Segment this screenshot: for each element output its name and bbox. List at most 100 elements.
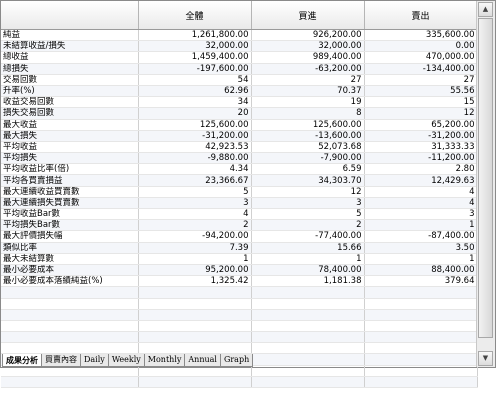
sheet-tab[interactable]: Graph [219, 354, 254, 367]
table-row[interactable]: 未結算收益/損失 32,000.00 32,000.00 0.00 [1, 40, 478, 53]
table-row[interactable]: 最大連續損失買賣數 3 3 4 [1, 197, 478, 210]
sheet-tab[interactable]: Daily [80, 354, 109, 367]
cell-sell: 65,200.00 [364, 119, 478, 131]
table-row[interactable]: 純益 1,261,800.00 926,200.00 335,600.00 [1, 29, 478, 42]
header-label-column [1, 1, 139, 30]
cell-buy: 19 [251, 96, 365, 109]
empty-table-row[interactable] [1, 309, 478, 321]
table-row[interactable]: 最大連續收益買賣數 5 12 4 [1, 186, 478, 198]
cell-buy: 78,400.00 [251, 264, 365, 277]
cell-all: 20 [138, 107, 252, 120]
table-row[interactable]: 收益交易回數 34 19 15 [1, 96, 478, 109]
cell-sell [364, 331, 478, 344]
table-row[interactable]: 平均收益比率(倍) 4.34 6.59 2.80 [1, 163, 478, 176]
row-label: 平均收益Bar數 [1, 208, 139, 221]
table-row[interactable]: 平均損失 -9,880.00 -7,900.00 -11,200.00 [1, 152, 478, 165]
cell-buy [251, 331, 365, 344]
cell-all [138, 286, 252, 299]
sheet-tab[interactable]: Annual [184, 354, 221, 367]
header-all[interactable]: 全體 [138, 1, 252, 30]
cell-buy: 34,303.70 [251, 174, 365, 187]
cell-buy [251, 353, 365, 366]
cell-all: 4 [138, 208, 252, 221]
table-row[interactable]: 總損失 -197,600.00 -63,200.00 -134,400.00 [1, 63, 478, 75]
scroll-up-arrow-icon[interactable]: ▲ [478, 2, 493, 17]
table-row[interactable]: 總收益 1,459,400.00 989,400.00 470,000.00 [1, 51, 478, 64]
cell-buy: 1,181.38 [251, 275, 365, 288]
cell-all [138, 320, 252, 333]
cell-all: 3 [138, 197, 252, 210]
empty-table-row[interactable] [1, 286, 478, 299]
row-label: 平均收益比率(倍) [1, 163, 139, 176]
cell-buy: -13,600.00 [251, 130, 365, 142]
row-label: 平均損失 [1, 152, 139, 165]
cell-all: 62.96 [138, 85, 252, 98]
cell-buy [251, 309, 365, 321]
row-label: 總收益 [1, 51, 139, 64]
sheet-tab[interactable]: Monthly [143, 354, 186, 367]
row-label: 類似比率 [1, 242, 139, 254]
row-label: 最大評價損失幅 [1, 230, 139, 243]
cell-sell: 2.80 [364, 163, 478, 176]
cell-sell: -11,200.00 [364, 152, 478, 165]
cell-all: -9,880.00 [138, 152, 252, 165]
cell-buy [251, 298, 365, 310]
row-label [1, 298, 139, 310]
header-buy[interactable]: 買進 [251, 1, 365, 30]
table-row[interactable]: 最大未結算數 1 1 1 [1, 253, 478, 265]
cell-all: 1 [138, 253, 252, 265]
table-row[interactable]: 交易回數 54 27 27 [1, 74, 478, 86]
cell-sell: 1 [364, 219, 478, 232]
cell-sell: 335,600.00 [364, 29, 478, 42]
table-row[interactable]: 最大評價損失幅 -94,200.00 -77,400.00 -87,400.00 [1, 230, 478, 243]
table-row[interactable]: 類似比率 7.39 15.66 3.50 [1, 242, 478, 254]
table-row[interactable]: 平均損失Bar數 2 2 1 [1, 219, 478, 232]
table-row[interactable]: 平均各買賣損益 23,366.67 34,303.70 12,429.63 [1, 174, 478, 187]
cell-buy: -63,200.00 [251, 63, 365, 75]
empty-table-row[interactable] [1, 331, 478, 344]
empty-table-row[interactable] [1, 320, 478, 333]
empty-table-row[interactable] [1, 376, 478, 389]
table-row[interactable]: 最小必要成本 95,200.00 78,400.00 88,400.00 [1, 264, 478, 277]
cell-buy [251, 342, 365, 355]
sheet-tab[interactable]: 買賣內容 [41, 354, 81, 367]
vertical-scrollbar[interactable]: ▲ ▼ [476, 1, 495, 367]
row-label: 交易回數 [1, 74, 139, 86]
table-row[interactable]: 最大損失 -31,200.00 -13,600.00 -31,200.00 [1, 130, 478, 142]
sheet-tab[interactable]: 成果分析 [2, 354, 42, 367]
cell-all: 42,923.53 [138, 141, 252, 154]
scroll-thumb[interactable] [478, 18, 493, 338]
cell-all: 1,261,800.00 [138, 29, 252, 42]
cell-buy: 32,000.00 [251, 40, 365, 53]
empty-table-row[interactable] [1, 298, 478, 310]
cell-sell [364, 342, 478, 355]
cell-buy: 6.59 [251, 163, 365, 176]
cell-all: -94,200.00 [138, 230, 252, 243]
row-label: 最大損失 [1, 130, 139, 142]
empty-table-row[interactable] [1, 342, 478, 355]
cell-all: -31,200.00 [138, 130, 252, 142]
row-label: 收益交易回數 [1, 96, 139, 109]
cell-sell: 27 [364, 74, 478, 86]
cell-all: 34 [138, 96, 252, 109]
table-row[interactable]: 最小必要成本落績純益(%) 1,325.42 1,181.38 379.64 [1, 275, 478, 288]
row-label: 平均損失Bar數 [1, 219, 139, 232]
table-row[interactable]: 平均收益Bar數 4 5 3 [1, 208, 478, 221]
cell-sell: 88,400.00 [364, 264, 478, 277]
row-label: 總損失 [1, 63, 139, 75]
row-label [1, 286, 139, 299]
row-label: 純益 [1, 29, 139, 42]
sheet-tab[interactable]: Weekly [107, 354, 145, 367]
cell-all: 125,600.00 [138, 119, 252, 131]
header-sell[interactable]: 賣出 [364, 1, 478, 30]
cell-buy: 1 [251, 253, 365, 265]
table-row[interactable]: 損失交易回數 20 8 12 [1, 107, 478, 120]
cell-buy: 15.66 [251, 242, 365, 254]
cell-buy: 8 [251, 107, 365, 120]
table-row[interactable]: 最大收益 125,600.00 125,600.00 65,200.00 [1, 119, 478, 131]
row-label: 升率(%) [1, 85, 139, 98]
table-row[interactable]: 平均收益 42,923.53 52,073.68 31,333.33 [1, 141, 478, 154]
table-row[interactable]: 升率(%) 62.96 70.37 55.56 [1, 85, 478, 98]
cell-all: 1,459,400.00 [138, 51, 252, 64]
scroll-down-arrow-icon[interactable]: ▼ [478, 351, 493, 366]
